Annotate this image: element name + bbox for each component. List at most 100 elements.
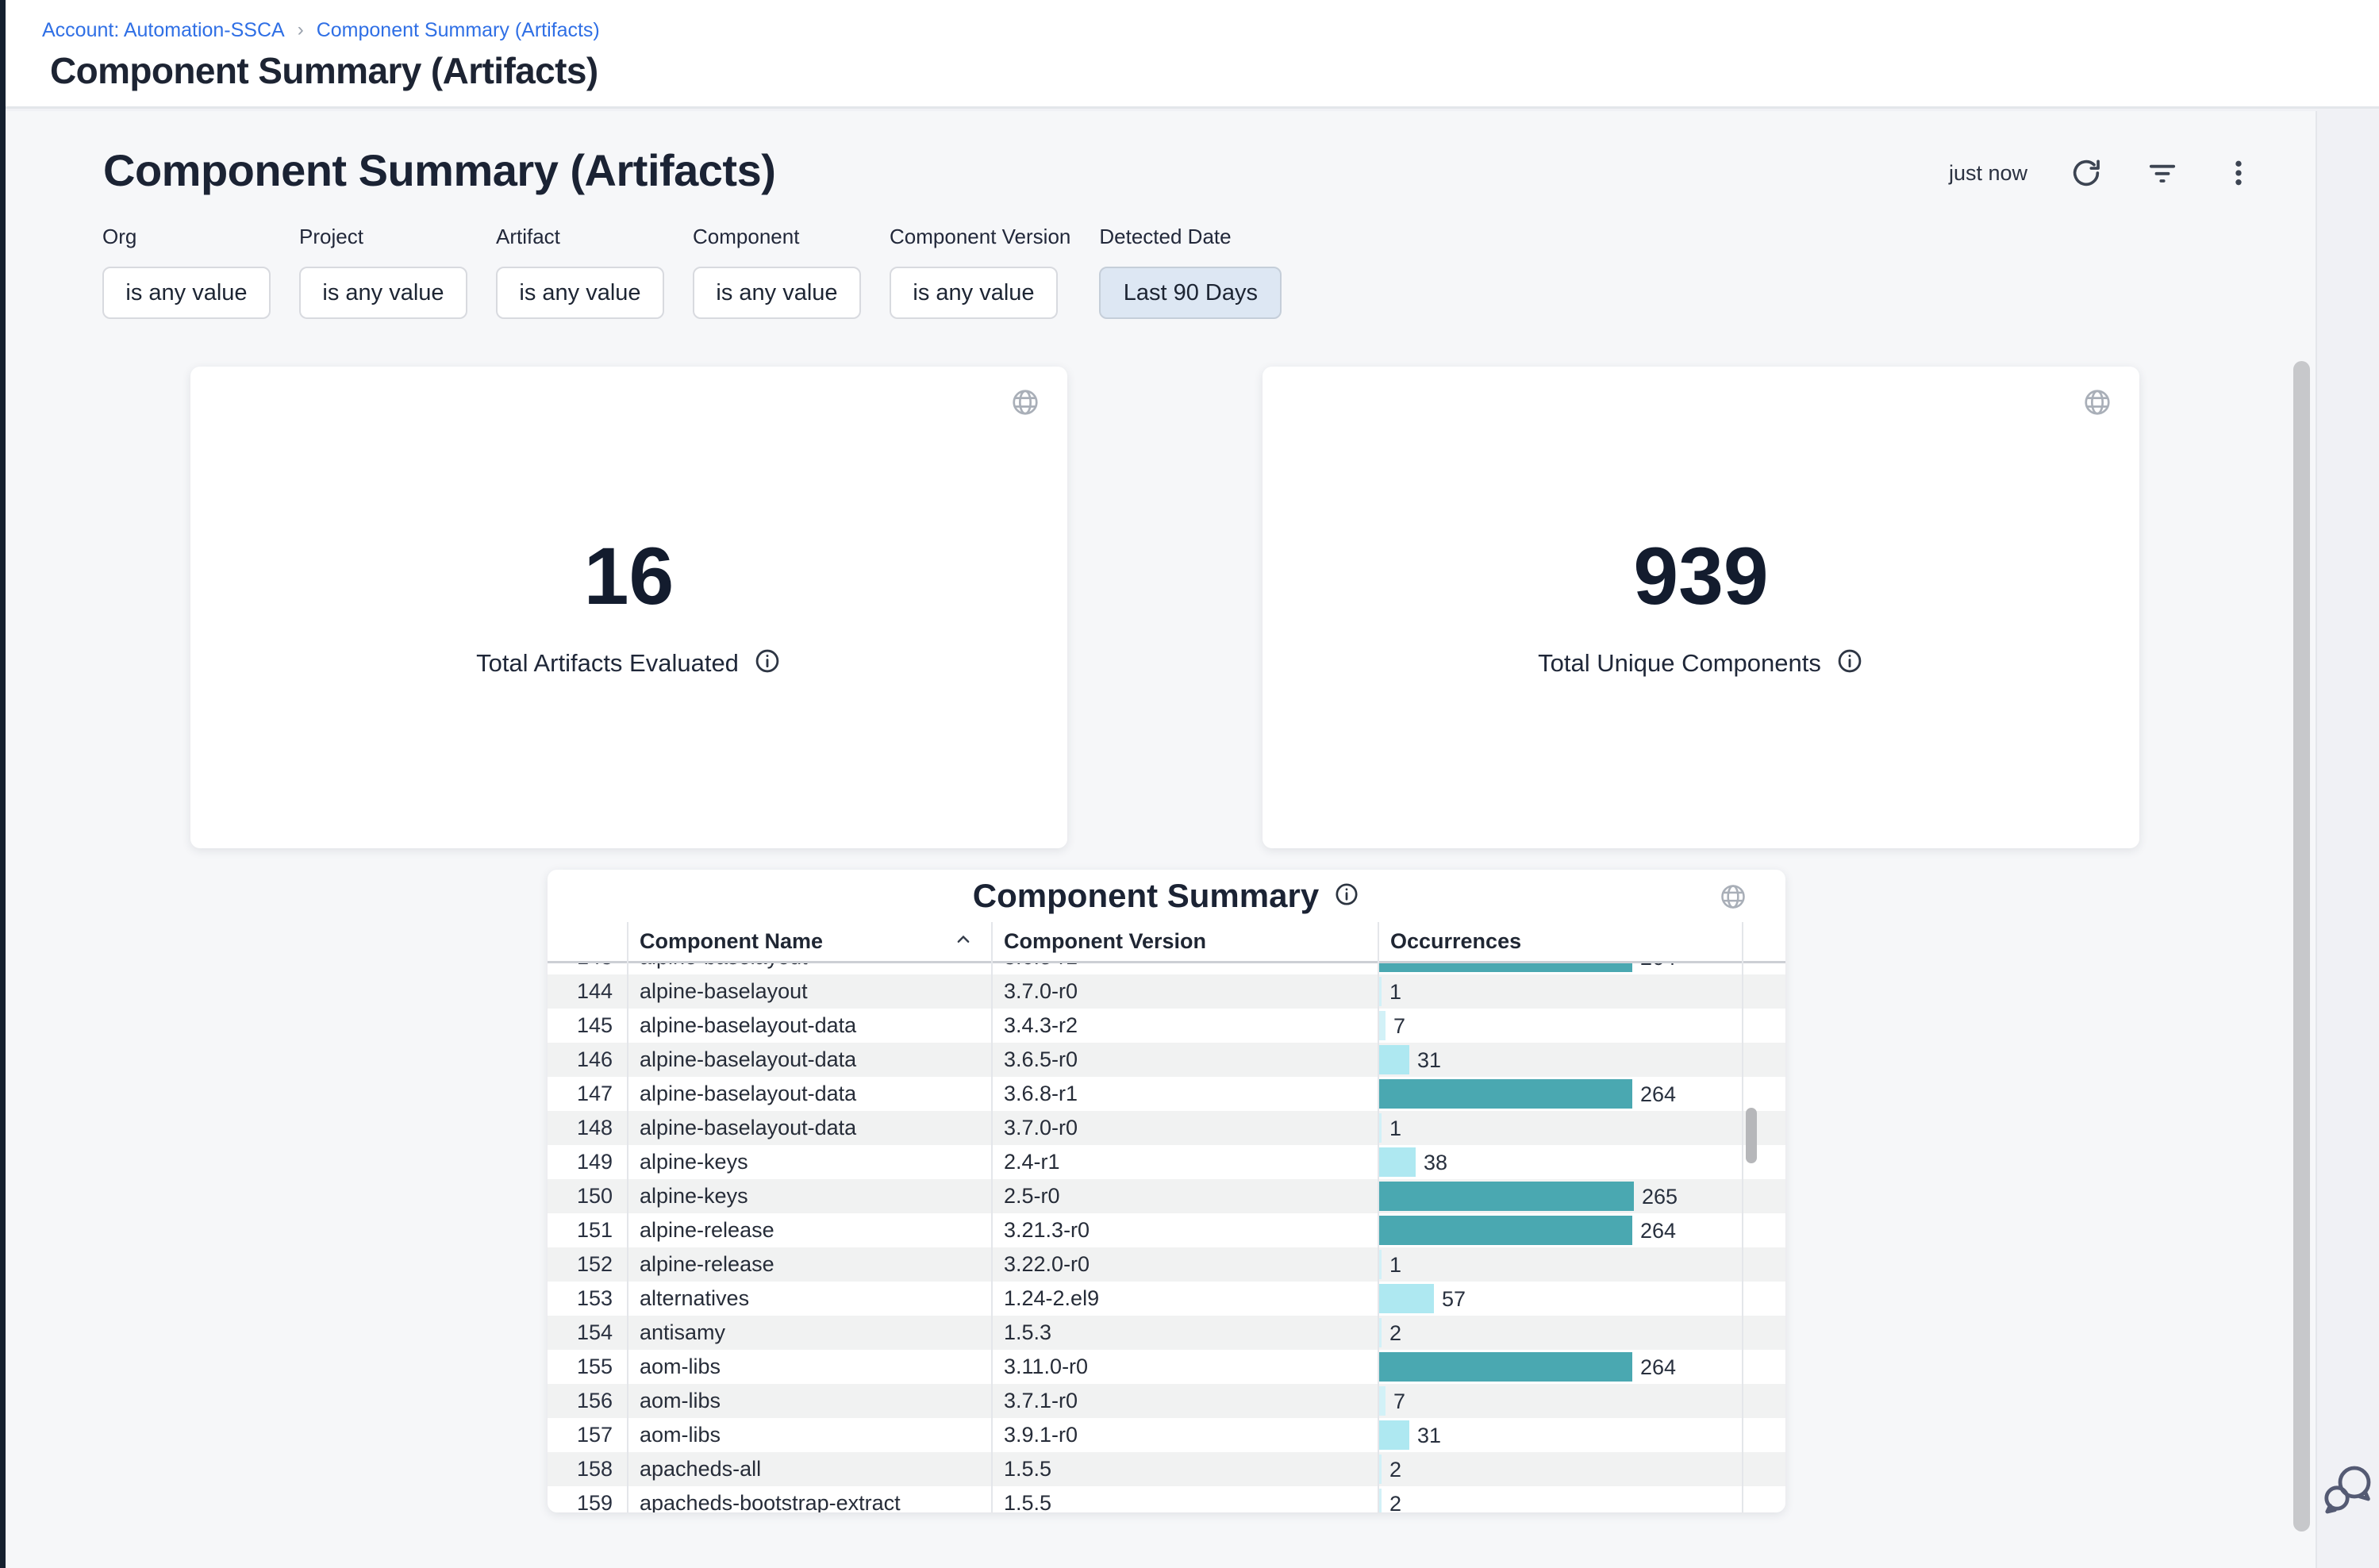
filter-value-button[interactable]: is any value [299, 267, 467, 319]
table-row: 153alternatives1.24-2.el957 [548, 1282, 1785, 1316]
total-components-label: Total Unique Components [1538, 649, 1821, 678]
chat-support-icon[interactable] [2319, 1462, 2376, 1520]
occurrence-bar [1379, 963, 1632, 972]
occurrence-value: 264 [1640, 1350, 1676, 1384]
stat-card-components: 939 Total Unique Components [1263, 367, 2139, 848]
component-version-cell: 1.24-2.el9 [991, 1286, 1378, 1311]
info-icon[interactable] [1835, 647, 1864, 679]
filter-label: Org [102, 225, 271, 249]
page-scrollbar[interactable] [2293, 361, 2310, 1531]
column-component-version[interactable]: Component Version [991, 929, 1378, 954]
occurrence-bar [1379, 1420, 1409, 1450]
last-refreshed-label: just now [1949, 161, 2027, 186]
table-row: 148alpine-baselayout-data3.7.0-r01 [548, 1111, 1785, 1145]
row-number: 148 [548, 1116, 627, 1140]
row-number: 158 [548, 1457, 627, 1482]
occurrence-bar [1379, 1113, 1382, 1143]
info-icon[interactable] [1333, 881, 1360, 912]
filter-component-version: Component Version is any value [890, 225, 1070, 319]
occurrence-bar [1379, 1045, 1409, 1074]
table-row: 149alpine-keys2.4-r138 [548, 1145, 1785, 1179]
occurrences-cell: 2 [1378, 1316, 1742, 1350]
refresh-icon[interactable] [2069, 156, 2104, 190]
occurrence-bar [1379, 977, 1382, 1006]
row-number: 147 [548, 1082, 627, 1106]
column-component-name[interactable]: Component Name [627, 929, 991, 954]
table-row: 145alpine-baselayout-data3.4.3-r27 [548, 1009, 1785, 1043]
component-version-cell: 3.7.0-r0 [991, 979, 1378, 1004]
occurrence-value: 265 [1642, 1179, 1678, 1213]
row-number: 151 [548, 1218, 627, 1243]
occurrence-value: 31 [1417, 1043, 1441, 1077]
filter-label: Project [299, 225, 467, 249]
total-artifacts-value: 16 [584, 536, 674, 617]
component-version-cell: 2.4-r1 [991, 1150, 1378, 1174]
occurrence-bar [1379, 1489, 1382, 1512]
table-scrollbar[interactable] [1746, 1108, 1757, 1163]
table-body: 143alpine-baselayout3.6.8-r1264144alpine… [548, 963, 1785, 1512]
component-summary-card: Component Summary Component Name [548, 870, 1785, 1512]
info-icon[interactable] [753, 647, 782, 679]
row-number: 144 [548, 979, 627, 1004]
occurrences-cell: 57 [1378, 1282, 1742, 1316]
occurrence-value: 264 [1640, 1077, 1676, 1111]
component-name-cell: alpine-baselayout-data [627, 1047, 991, 1072]
component-version-cell: 1.5.3 [991, 1320, 1378, 1345]
occurrence-bar [1379, 1079, 1632, 1109]
component-name-cell: alpine-keys [627, 1184, 991, 1209]
row-number: 155 [548, 1355, 627, 1379]
occurrences-cell: 1 [1378, 974, 1742, 1009]
component-name-cell: alpine-baselayout-data [627, 1013, 991, 1038]
table-row: 146alpine-baselayout-data3.6.5-r031 [548, 1043, 1785, 1077]
kebab-menu-icon[interactable] [2221, 156, 2256, 190]
occurrences-cell: 264 [1378, 963, 1742, 974]
row-number: 149 [548, 1150, 627, 1174]
occurrence-value: 2 [1389, 1452, 1401, 1486]
table-row: 150alpine-keys2.5-r0265 [548, 1179, 1785, 1213]
component-name-cell: alpine-release [627, 1218, 991, 1243]
occurrence-bar [1379, 1455, 1382, 1484]
stat-card-artifacts: 16 Total Artifacts Evaluated [190, 367, 1067, 848]
occurrences-cell: 265 [1378, 1179, 1742, 1213]
component-version-cell: 3.9.1-r0 [991, 1423, 1378, 1447]
total-components-value: 939 [1633, 536, 1768, 617]
component-version-cell: 1.5.5 [991, 1457, 1378, 1482]
row-number: 152 [548, 1252, 627, 1277]
filter-value-button[interactable]: Last 90 Days [1099, 267, 1282, 319]
occurrence-value: 7 [1393, 1384, 1405, 1418]
filter-value-button[interactable]: is any value [890, 267, 1058, 319]
collapsed-sidebar-edge[interactable] [0, 0, 6, 1568]
filter-icon[interactable] [2145, 156, 2180, 190]
filter-value-button[interactable]: is any value [496, 267, 664, 319]
component-version-cell: 3.6.5-r0 [991, 1047, 1378, 1072]
filter-value-button[interactable]: is any value [693, 267, 861, 319]
occurrence-value: 2 [1389, 1486, 1401, 1512]
component-version-cell: 2.5-r0 [991, 1184, 1378, 1209]
table-row: 147alpine-baselayout-data3.6.8-r1264 [548, 1077, 1785, 1111]
component-name-cell: alpine-baselayout [627, 979, 991, 1004]
row-number: 156 [548, 1389, 627, 1413]
table-row: 151alpine-release3.21.3-r0 264 [548, 1213, 1785, 1247]
component-name-cell: apacheds-all [627, 1457, 991, 1482]
occurrence-bar [1379, 1386, 1386, 1416]
filter-label: Component Version [890, 225, 1070, 249]
filter-label: Detected Date [1099, 225, 1282, 249]
component-name-cell: alpine-baselayout-data [627, 1116, 991, 1140]
occurrence-value: 264 [1640, 1213, 1676, 1247]
row-number: 145 [548, 1013, 627, 1038]
page-header: Account: Automation-SSCA › Component Sum… [6, 0, 2379, 109]
component-name-cell: alpine-baselayout [627, 963, 991, 970]
occurrence-value: 1 [1389, 974, 1401, 1009]
globe-icon[interactable] [1719, 882, 1747, 915]
component-version-cell: 3.21.3-r0 [991, 1218, 1378, 1243]
right-margin-strip [2316, 111, 2379, 1568]
column-occurrences[interactable]: Occurrences [1378, 929, 1742, 954]
occurrences-cell: 7 [1378, 1384, 1742, 1418]
row-number: 143 [548, 963, 627, 970]
filter-value-button[interactable]: is any value [102, 267, 271, 319]
breadcrumb-account-link[interactable]: Account: Automation-SSCA [42, 19, 285, 42]
breadcrumb-separator: › [298, 19, 304, 41]
occurrences-cell: 2 [1378, 1486, 1742, 1512]
breadcrumb-dashboard-link[interactable]: Component Summary (Artifacts) [317, 19, 600, 42]
occurrence-bar [1379, 1250, 1382, 1279]
